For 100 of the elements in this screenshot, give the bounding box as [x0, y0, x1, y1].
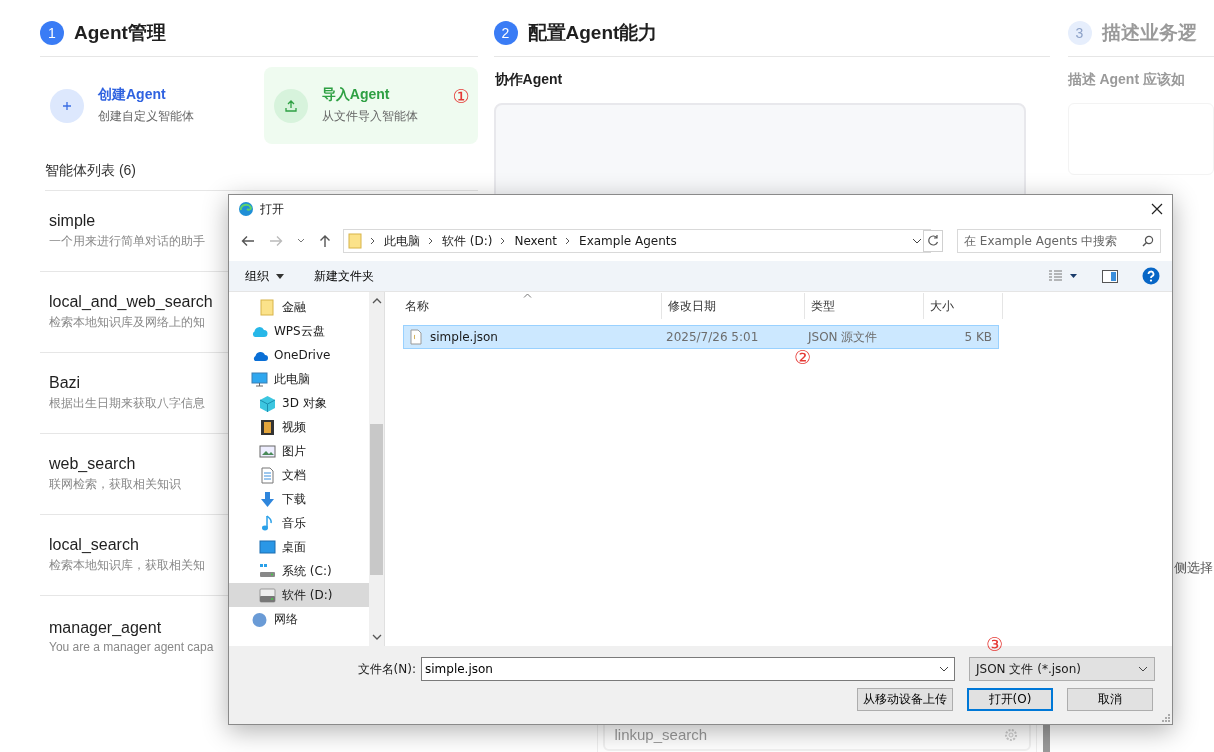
agent-description: 检索本地知识库，获取相关知 [49, 557, 205, 574]
column-header[interactable]: 修改日期 [662, 293, 805, 319]
nav-item[interactable]: 音乐 [229, 511, 369, 535]
nav-item[interactable]: 3D 对象 [229, 391, 369, 415]
download-icon [259, 490, 276, 508]
filename-field[interactable]: simple.json [421, 657, 955, 681]
nav-item[interactable]: 网络 [229, 607, 369, 631]
section-subtitle: 描述 Agent 应该如 [1067, 71, 1186, 89]
caret-down-icon [276, 273, 284, 279]
step-number: 2 [493, 21, 518, 45]
back-icon [241, 235, 255, 247]
browser-icon [238, 201, 254, 217]
breadcrumb[interactable]: Example Agents [579, 234, 677, 248]
nav-item[interactable]: 下载 [229, 487, 369, 511]
file-row[interactable]: simple.json 2025/7/26 5:01 JSON 源文件 5 KB [403, 325, 999, 349]
agent-name[interactable]: local_and_web_search [49, 293, 213, 311]
folder-icon [348, 233, 362, 249]
refresh-icon [923, 230, 943, 252]
action-title: 创建Agent [98, 86, 167, 104]
dialog-title: 打开 [260, 200, 284, 218]
step-title: 描述业务逻 [1101, 21, 1197, 45]
plus-icon [62, 100, 72, 111]
file-icon [410, 329, 422, 345]
address-bar[interactable]: 此电脑 软件 (D:) Nexent Example Agents [343, 229, 931, 253]
column-header[interactable]: 类型 [805, 293, 924, 319]
open-button[interactable]: 打开(O) [967, 688, 1053, 711]
agent-description: 一个用来进行简单对话的助手 [49, 233, 205, 250]
agent-description: You are a manager agent capa [49, 639, 214, 654]
nav-item[interactable]: WPS云盘 [229, 319, 369, 343]
agent-description: 检索本地知识库及网络上的知 [49, 314, 205, 331]
chevron-right-icon [565, 237, 572, 245]
column-header[interactable]: 名称 [403, 293, 662, 319]
drive-icon [259, 586, 276, 604]
document-icon [259, 466, 276, 484]
cancel-button[interactable]: 取消 [1067, 688, 1153, 711]
file-date: 2025/7/26 5:01 [665, 329, 760, 346]
chevron-up-icon [371, 298, 382, 304]
step-number: 1 [40, 21, 64, 45]
agent-name[interactable]: Bazi [49, 374, 81, 392]
new-folder-button[interactable]: 新建文件夹 [308, 263, 380, 289]
nav-item[interactable]: 软件 (D:) [229, 583, 369, 607]
agent-name[interactable]: local_search [49, 536, 139, 554]
breadcrumb[interactable]: 此电脑 [384, 232, 420, 250]
chevron-down-icon [297, 238, 305, 244]
desktop-icon [259, 538, 276, 556]
view-options-icon [1048, 270, 1078, 282]
hint-text: 侧选择 [1173, 559, 1214, 577]
upload-from-device-button[interactable]: 从移动设备上传 [857, 688, 953, 711]
nav-item[interactable]: 文档 [229, 463, 369, 487]
breadcrumb[interactable]: 软件 (D:) [442, 232, 493, 250]
up-icon [319, 234, 331, 248]
nav-item[interactable]: 图片 [229, 439, 369, 463]
column-header[interactable]: 大小 [924, 293, 1003, 319]
action-title: 导入Agent [321, 86, 391, 104]
step-title: Agent管理 [74, 21, 166, 45]
file-type: JSON 源文件 [806, 328, 879, 346]
action-subtitle: 创建自定义智能体 [98, 108, 194, 125]
resize-grip-icon [1162, 714, 1170, 722]
create-agent-card[interactable]: 创建Agent 创建自定义智能体 [40, 67, 254, 144]
agent-name[interactable]: manager_agent [49, 618, 162, 637]
chevron-right-icon [370, 237, 376, 245]
action-subtitle: 从文件导入智能体 [321, 108, 418, 125]
agent-name[interactable]: web_search [49, 455, 136, 473]
step-title: 配置Agent能力 [527, 21, 658, 45]
chevron-down-icon [371, 634, 382, 640]
import-agent-card[interactable]: 导入Agent 从文件导入智能体 ① [263, 67, 478, 144]
agent-description: 联网检索，获取相关知识 [49, 476, 181, 493]
drive-icon [259, 562, 276, 580]
film-icon [259, 418, 276, 436]
close-icon [1151, 203, 1163, 215]
nav-item[interactable]: 视频 [229, 415, 369, 439]
organize-menu[interactable]: 组织 [239, 263, 290, 289]
help-icon [1142, 267, 1160, 285]
forward-icon [269, 235, 283, 247]
section-label: 协作Agent [494, 71, 564, 89]
globe-icon [251, 610, 268, 628]
folder-icon [259, 298, 276, 316]
nav-item[interactable]: 系统 (C:) [229, 559, 369, 583]
image-icon [259, 442, 276, 460]
chevron-right-icon [428, 237, 434, 245]
annotation-number: ① [452, 87, 470, 106]
sort-icon [523, 293, 532, 298]
file-size: 5 KB [963, 329, 993, 346]
nav-item[interactable]: OneDrive [229, 343, 369, 367]
nav-item[interactable]: 金融 [229, 295, 369, 319]
gear-icon [1002, 726, 1019, 743]
agent-name[interactable]: simple [49, 212, 96, 230]
cube-icon [259, 394, 276, 412]
nav-item[interactable]: 桌面 [229, 535, 369, 559]
monitor-icon [251, 370, 268, 388]
nav-item[interactable]: 此电脑 [229, 367, 369, 391]
list-heading: 智能体列表 (6) [45, 162, 478, 191]
annotation-number: ② [794, 348, 812, 367]
search-field[interactable]: 在 Example Agents 中搜索 [957, 229, 1161, 253]
search-icon [1142, 235, 1154, 247]
annotation-number: ③ [986, 635, 1004, 654]
agent-description: 根据出生日期来获取八字信息 [49, 395, 205, 412]
chevron-right-icon [500, 237, 507, 245]
breadcrumb[interactable]: Nexent [514, 234, 558, 248]
upload-icon [284, 99, 297, 112]
